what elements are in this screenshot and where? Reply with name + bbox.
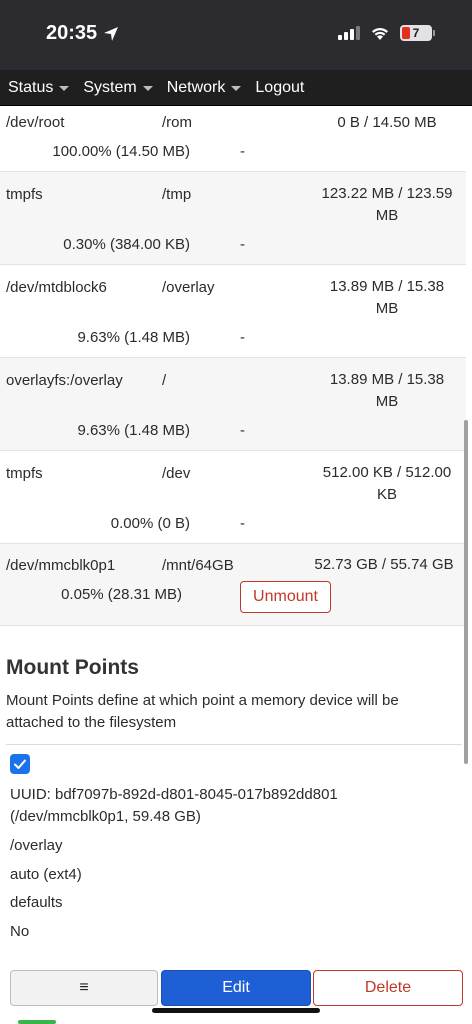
- table-row: /dev/mmcblk0p1 /mnt/64GB 52.73 GB / 55.7…: [0, 544, 466, 626]
- wifi-icon: [372, 27, 388, 40]
- mount-device: (/dev/mmcblk0p1, 59.48 GB): [10, 808, 201, 825]
- action-cell: -: [240, 236, 245, 253]
- nav-status[interactable]: Status: [8, 78, 70, 97]
- size-cell: 123.22 MB / 123.59: [321, 185, 453, 202]
- device-cell: tmpfs: [6, 465, 43, 482]
- section-description: Mount Points define at which point a mem…: [6, 692, 399, 731]
- table-row: /dev/root /rom 0 B / 14.50 MB 100.00% (1…: [0, 106, 466, 172]
- usage-cell: 9.63% (1.48 MB): [77, 422, 190, 439]
- action-buttons: ≡ Edit Delete: [0, 970, 472, 1006]
- clock: 20:35: [46, 22, 119, 45]
- scrollbar[interactable]: [464, 420, 468, 764]
- battery-icon: 7: [400, 25, 435, 41]
- device-cell: /dev/root: [6, 114, 65, 131]
- device-cell: tmpfs: [6, 186, 43, 203]
- battery-level: 7: [412, 26, 420, 40]
- table-row: overlayfs:/overlay / 13.89 MB / 15.38 MB…: [0, 358, 466, 451]
- mount-cell: /mnt/64GB: [162, 557, 234, 574]
- delete-button[interactable]: Delete: [313, 970, 463, 1006]
- usage-cell: 0.30% (384.00 KB): [63, 236, 190, 253]
- size-cell: 52.73 GB / 55.74 GB: [314, 556, 454, 573]
- nav-network[interactable]: Network: [167, 79, 242, 97]
- action-cell: -: [240, 143, 245, 160]
- size-cell-unit: KB: [376, 486, 397, 503]
- next-button-edge: [18, 1020, 56, 1024]
- mount-options: defaults: [10, 894, 63, 911]
- usage-cell: 0.00% (0 B): [110, 515, 190, 532]
- nav-logout-label: Logout: [255, 78, 305, 96]
- mount-point-path: /overlay: [10, 837, 63, 854]
- status-bar: 20:35 7: [0, 0, 472, 70]
- mount-cell: /rom: [162, 114, 192, 131]
- location-arrow-icon: [104, 26, 119, 41]
- clock-time: 20:35: [46, 22, 98, 44]
- caret-down-icon: [142, 86, 153, 91]
- nav-network-label: Network: [166, 78, 226, 96]
- action-cell: -: [240, 329, 245, 346]
- divider: [6, 744, 462, 745]
- section-title: Mount Points: [6, 656, 139, 679]
- checkmark-icon: [14, 759, 26, 769]
- nav-logout[interactable]: Logout: [255, 79, 304, 97]
- mount-root: No: [10, 923, 30, 940]
- size-cell: 13.89 MB / 15.38: [329, 371, 445, 388]
- usage-cell: 0.05% (28.31 MB): [61, 586, 182, 603]
- size-cell: 13.89 MB / 15.38: [329, 278, 445, 295]
- unmount-button[interactable]: Unmount: [240, 581, 331, 613]
- usage-cell: 100.00% (14.50 MB): [52, 143, 190, 160]
- usage-cell: 9.63% (1.48 MB): [77, 329, 190, 346]
- home-indicator[interactable]: [152, 1008, 320, 1013]
- size-cell-unit: MB: [375, 207, 399, 224]
- cellular-signal-icon: [338, 26, 360, 40]
- action-cell: -: [240, 422, 245, 439]
- size-cell-unit: MB: [375, 393, 399, 410]
- table-row: tmpfs /dev 512.00 KB / 512.00 KB 0.00% (…: [0, 451, 466, 544]
- mount-cell: /dev: [162, 465, 191, 482]
- device-cell: overlayfs:/overlay: [6, 372, 123, 389]
- filesystem-table: /dev/root /rom 0 B / 14.50 MB 100.00% (1…: [0, 106, 472, 626]
- nav-system[interactable]: System: [83, 78, 153, 97]
- table-row: tmpfs /tmp 123.22 MB / 123.59 MB 0.30% (…: [0, 172, 466, 265]
- size-cell-unit: MB: [375, 300, 399, 317]
- edit-button[interactable]: Edit: [161, 970, 311, 1006]
- nav-status-label: Status: [8, 78, 54, 96]
- action-cell: -: [240, 515, 245, 532]
- mount-cell: /: [162, 372, 167, 389]
- enabled-checkbox[interactable]: [10, 754, 30, 774]
- mount-cell: /tmp: [162, 186, 192, 203]
- drag-menu-button[interactable]: ≡: [10, 970, 158, 1006]
- status-icons: 7: [338, 25, 435, 41]
- mount-cell: /overlay: [162, 279, 215, 296]
- nav-system-label: System: [83, 78, 137, 96]
- device-cell: /dev/mmcblk0p1: [6, 557, 116, 574]
- caret-down-icon: [59, 86, 70, 91]
- size-cell: 0 B / 14.50 MB: [337, 114, 437, 131]
- main-nav: Status System Network Logout: [0, 70, 472, 106]
- caret-down-icon: [231, 86, 242, 91]
- mount-filesystem: auto (ext4): [10, 866, 82, 883]
- device-cell: /dev/mtdblock6: [6, 279, 107, 296]
- table-row: /dev/mtdblock6 /overlay 13.89 MB / 15.38…: [0, 265, 466, 358]
- mount-uuid: UUID: bdf7097b-892d-d801-8045-017b892dd8…: [10, 786, 338, 803]
- size-cell: 512.00 KB / 512.00: [322, 464, 452, 481]
